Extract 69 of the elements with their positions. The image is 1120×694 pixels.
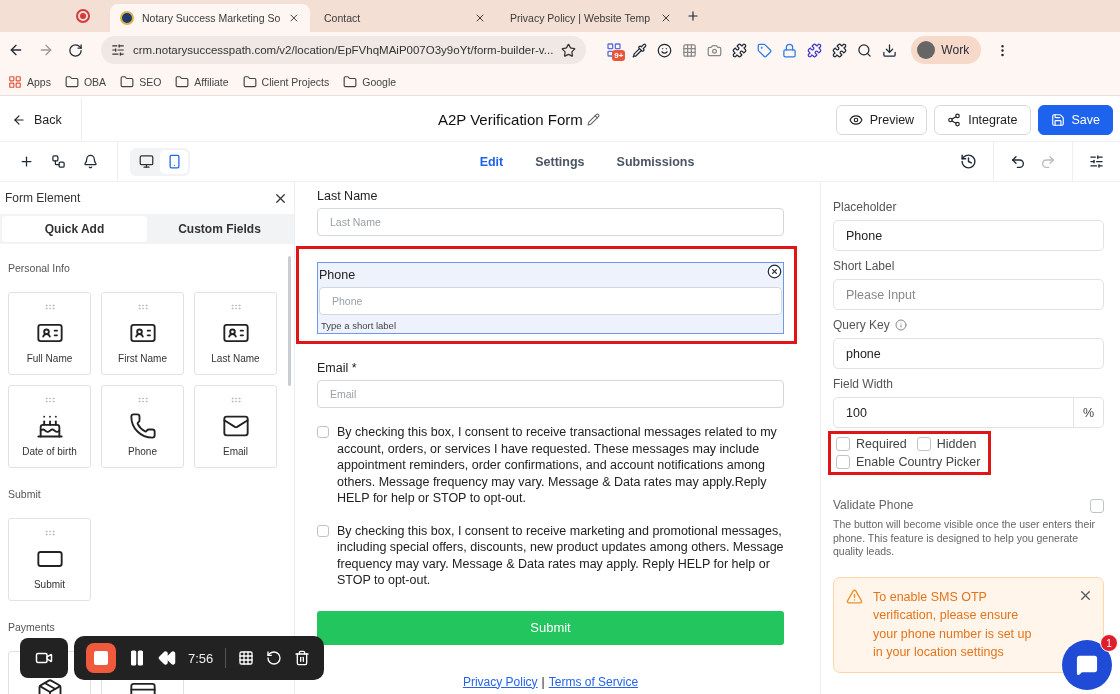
- option-label: Required: [856, 437, 907, 451]
- address-bar[interactable]: crm.notarysuccesspath.com/v2/location/EpFVhqMAiP007O3y9oYt/form-builder-v...: [101, 36, 587, 64]
- integrate-button[interactable]: Integrate: [934, 104, 1031, 135]
- bookmark[interactable]: Client Projects: [242, 74, 330, 89]
- field-label: Phone: [319, 268, 356, 282]
- bookmark[interactable]: Affiliate: [175, 74, 229, 89]
- bookmark[interactable]: Google: [343, 74, 397, 89]
- form-title: A2P Verification Form: [437, 111, 583, 128]
- text-input[interactable]: Phone: [319, 287, 782, 315]
- bookmark[interactable]: OBA: [64, 74, 107, 89]
- option-label: Hidden: [936, 437, 977, 451]
- tile-label: Email: [223, 446, 248, 457]
- element-tile[interactable]: Last Name: [194, 292, 277, 375]
- notification-badge: 1: [1100, 634, 1118, 652]
- editor-tab[interactable]: Settings: [529, 153, 591, 170]
- help-text: The button will become visible once the user enters their phone. This feature is designed to help you generate quality leads.: [833, 518, 1097, 559]
- panel-tab[interactable]: Custom Fields: [147, 216, 292, 242]
- selected-field[interactable]: Phone Phone Type a short label: [317, 262, 784, 334]
- setting-input[interactable]: 100: [833, 397, 1074, 428]
- field-label: Last Name: [317, 189, 378, 203]
- short-label: Type a short label: [320, 319, 397, 331]
- setting-input[interactable]: Please Input: [833, 279, 1104, 310]
- tile-label: Phone: [128, 446, 157, 457]
- preview-button[interactable]: Preview: [835, 104, 928, 135]
- browser-tab[interactable]: Privacy Policy | Website Temp: [500, 4, 682, 32]
- text-input[interactable]: Last Name: [317, 208, 784, 236]
- setting-label: Query Key: [833, 318, 890, 332]
- element-tile[interactable]: Date of birth: [8, 385, 91, 468]
- section-title: Submit: [8, 488, 42, 500]
- unit-label: %: [1074, 397, 1104, 428]
- panel-title: Form Element: [5, 191, 81, 205]
- tile-label: Submit: [33, 579, 66, 590]
- option-label: Enable Country Picker: [856, 455, 981, 469]
- browser-tab[interactable]: Contact: [314, 4, 496, 32]
- editor-tab[interactable]: Edit: [473, 153, 510, 170]
- setting-label: Field Width: [833, 377, 894, 391]
- setting-label: Short Label: [833, 259, 895, 273]
- field-label: Email *: [317, 361, 357, 375]
- section-title: Payments: [8, 621, 56, 633]
- tile-label: First Name: [118, 353, 167, 364]
- link[interactable]: Terms of Service: [548, 674, 639, 689]
- tile-label: Full Name: [26, 353, 73, 364]
- element-tile[interactable]: Phone: [101, 385, 184, 468]
- text-input[interactable]: Email: [317, 380, 784, 408]
- editor-tab[interactable]: Submissions: [610, 153, 701, 170]
- section-title: Personal Info: [8, 262, 71, 274]
- count-badge: 9+: [612, 50, 626, 61]
- element-tile[interactable]: Submit: [8, 518, 91, 601]
- save-button[interactable]: Save: [1037, 104, 1113, 135]
- consent-text: By checking this box, I consent to receive transactional messages related to my account, orders, or services I have requested. These messages may include appointment reminders, order confirmations, and account notifications among others. Message frequency may vary. Message & Data rates may apply.Reply HELP for help or STOP to opt-out.: [337, 424, 778, 507]
- tile-label: Last Name: [211, 353, 260, 364]
- setting-input[interactable]: phone: [833, 338, 1104, 369]
- bookmark[interactable]: SEO: [120, 74, 162, 89]
- profile-button[interactable]: Work: [911, 36, 982, 64]
- setting-label: Validate Phone: [833, 498, 914, 512]
- tile-label: Date of birth: [22, 446, 77, 457]
- element-tile[interactable]: First Name: [101, 292, 184, 375]
- element-tile[interactable]: Full Name: [8, 292, 91, 375]
- link[interactable]: Privacy Policy: [462, 674, 538, 689]
- alert-text: To enable SMS OTP verification, please ensure your phone number is set up in your location settings: [873, 588, 1033, 661]
- separator-text: |: [541, 674, 545, 689]
- setting-input[interactable]: Phone: [833, 220, 1104, 251]
- element-tile[interactable]: Email: [194, 385, 277, 468]
- setting-label: Placeholder: [833, 200, 897, 214]
- panel-tab[interactable]: Quick Add: [2, 216, 147, 242]
- browser-tab[interactable]: Notary Success Marketing So: [110, 4, 310, 32]
- recording-time: 7:56: [188, 650, 214, 666]
- consent-text: By checking this box, I consent to receive marketing and promotional messages, including special offers, discounts, new product updates among others. Message frequency may vary. Message & Data rates may apply. Reply HELP for help or STOP to opt-out.: [337, 522, 784, 589]
- bookmark[interactable]: Apps: [8, 74, 51, 89]
